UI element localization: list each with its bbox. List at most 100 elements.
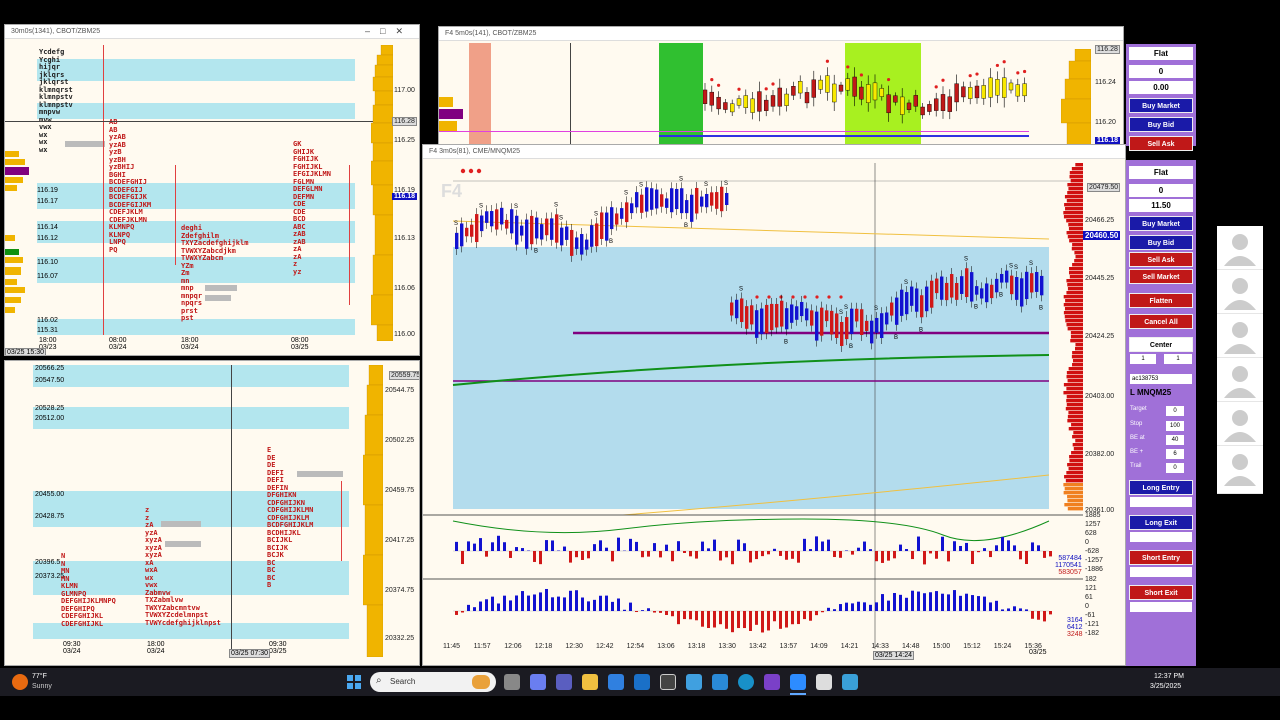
tpo-tail: [297, 471, 343, 477]
copilot-app-icon[interactable]: [686, 674, 702, 690]
trading-app-icon[interactable]: [816, 674, 832, 690]
window-titlebar[interactable]: F4 3m0s(81), CME/MNQM25: [423, 145, 1125, 159]
edge-icon[interactable]: [738, 674, 754, 690]
participant-tile[interactable]: [1217, 402, 1263, 446]
candle-body: [580, 234, 584, 255]
candle-body: [1010, 275, 1014, 295]
candle-body: [735, 299, 739, 319]
candle-body: [940, 276, 944, 300]
stop-stepper[interactable]: 100: [1166, 421, 1184, 431]
outlook-icon[interactable]: [634, 674, 650, 690]
volume-profile-bar: [1072, 263, 1083, 267]
window-titlebar[interactable]: F4 5m0s(141), CBOT/ZBM25: [439, 27, 1123, 41]
long-exit-button[interactable]: Long Exit: [1129, 515, 1193, 530]
volume-profile-bar: [1069, 171, 1083, 175]
center-button[interactable]: Center: [1129, 337, 1193, 352]
window-mnq-3m[interactable]: F4 3m0s(81), CME/MNQM25 SSSBSSSBSSSBSSSB…: [422, 144, 1126, 666]
delta-bar: [1031, 542, 1034, 551]
dom-panel-main[interactable]: Flat 0 11.50 Buy Market Buy Bid Sell Ask…: [1126, 160, 1196, 666]
signal-dot: [846, 65, 850, 69]
tpo-tail: [65, 141, 105, 147]
time-tick: 15:00: [932, 643, 951, 650]
volume-profile-bar: [1066, 471, 1083, 475]
candle-body: [947, 96, 953, 112]
delta-bar: [863, 541, 866, 551]
sell-ask-button[interactable]: Sell Ask: [1129, 136, 1193, 151]
participant-tile[interactable]: [1217, 314, 1263, 358]
cumulative-bar: [563, 597, 566, 611]
qty-stepper-1[interactable]: 1: [1130, 354, 1156, 364]
trail-stepper[interactable]: 0: [1166, 463, 1184, 473]
main-chart[interactable]: SS SBSSSBSSSBS SSBSSBSBSBSBBS SSB: [423, 159, 1126, 666]
file-explorer-icon[interactable]: [582, 674, 598, 690]
cumulative-bar: [869, 604, 872, 611]
be-plus-stepper[interactable]: 6: [1166, 449, 1184, 459]
copilot-icon[interactable]: [530, 674, 546, 690]
short-entry-select[interactable]: [1130, 567, 1192, 577]
candle-body: [925, 286, 929, 312]
long-exit-select[interactable]: [1130, 532, 1192, 542]
long-entry-button[interactable]: Long Entry: [1129, 480, 1193, 495]
price-level-labels: 116.19 116.17 116.14 116.12 116.10 116.0…: [37, 187, 58, 334]
chart-app-icon[interactable]: [842, 674, 858, 690]
window-zb-30m[interactable]: 30m0s(1341), CBOT/ZBM25 –□✕ Ycdefg Ycghi…: [4, 24, 420, 356]
candle-body: [913, 95, 919, 107]
zoom-icon[interactable]: [790, 674, 806, 690]
cancel-all-button[interactable]: Cancel All: [1129, 314, 1193, 329]
window-mnq-tpo[interactable]: 20566.25 20547.50 20528.25 20512.00 2045…: [4, 360, 420, 666]
visual-studio-icon[interactable]: [764, 674, 780, 690]
participant-tile[interactable]: [1217, 270, 1263, 314]
delta-bar: [533, 551, 536, 562]
cumulative-bar: [695, 611, 698, 621]
delta-bar: [779, 551, 782, 556]
value-band: [33, 365, 349, 387]
dom-qty: 0: [1129, 65, 1193, 78]
cumulative-bar: [467, 604, 470, 611]
account-select[interactable]: ac138753: [1130, 374, 1192, 384]
candle-body: [1015, 277, 1019, 300]
flatten-button[interactable]: Flatten: [1129, 293, 1193, 308]
sell-market-button[interactable]: Sell Market: [1129, 269, 1193, 284]
mail-icon[interactable]: [712, 674, 728, 690]
participant-tile[interactable]: [1217, 358, 1263, 402]
long-entry-select[interactable]: [1130, 497, 1192, 507]
time-tick: 13:42: [749, 643, 767, 650]
window-controls[interactable]: –□✕: [365, 26, 413, 37]
teams-icon[interactable]: [556, 674, 572, 690]
dom-panel-top[interactable]: Flat 0 0.00 Buy Market Buy Bid Sell Ask: [1126, 44, 1196, 151]
search-box[interactable]: ⌕ Search: [370, 672, 496, 692]
candle-body: [775, 303, 779, 328]
buy-market-button[interactable]: Buy Market: [1129, 98, 1193, 113]
volume-profile-bar: [1067, 191, 1083, 195]
buy-market-button[interactable]: Buy Market: [1129, 216, 1193, 231]
buy-bid-button[interactable]: Buy Bid: [1129, 117, 1193, 132]
volume-profile-bar: [1075, 343, 1083, 347]
short-entry-button[interactable]: Short Entry: [1129, 550, 1193, 565]
clock-time[interactable]: 12:37 PM: [1154, 673, 1184, 680]
clock-date[interactable]: 3/25/2025: [1150, 683, 1181, 690]
window-titlebar[interactable]: 30m0s(1341), CBOT/ZBM25 –□✕: [5, 25, 419, 39]
store-icon[interactable]: [608, 674, 624, 690]
task-view-icon[interactable]: [504, 674, 520, 690]
chatgpt-icon[interactable]: [660, 674, 676, 690]
candle-body: [850, 308, 854, 334]
start-icon[interactable]: [347, 675, 361, 689]
sell-marker: S: [704, 182, 708, 188]
short-exit-select[interactable]: [1130, 602, 1192, 612]
cumulative-bar: [473, 607, 476, 611]
sell-ask-button[interactable]: Sell Ask: [1129, 252, 1193, 267]
weather-icon[interactable]: [12, 674, 28, 690]
volume-profile-left: [5, 145, 33, 335]
qty-stepper-2[interactable]: 1: [1164, 354, 1192, 364]
delta-bar: [665, 544, 668, 551]
volume-profile-bar: [1070, 331, 1083, 335]
short-exit-button[interactable]: Short Exit: [1129, 585, 1193, 600]
window-zb-5m[interactable]: F4 5m0s(141), CBOT/ZBM25 116.28 116.24 1…: [438, 26, 1124, 146]
participant-tile[interactable]: [1217, 226, 1263, 270]
buy-bid-button[interactable]: Buy Bid: [1129, 235, 1193, 250]
target-stepper[interactable]: 0: [1166, 406, 1184, 416]
dom-position: Flat: [1129, 166, 1193, 179]
tpo-tail: [205, 285, 237, 291]
be-at-stepper[interactable]: 40: [1166, 435, 1184, 445]
participant-tile[interactable]: [1217, 446, 1263, 494]
